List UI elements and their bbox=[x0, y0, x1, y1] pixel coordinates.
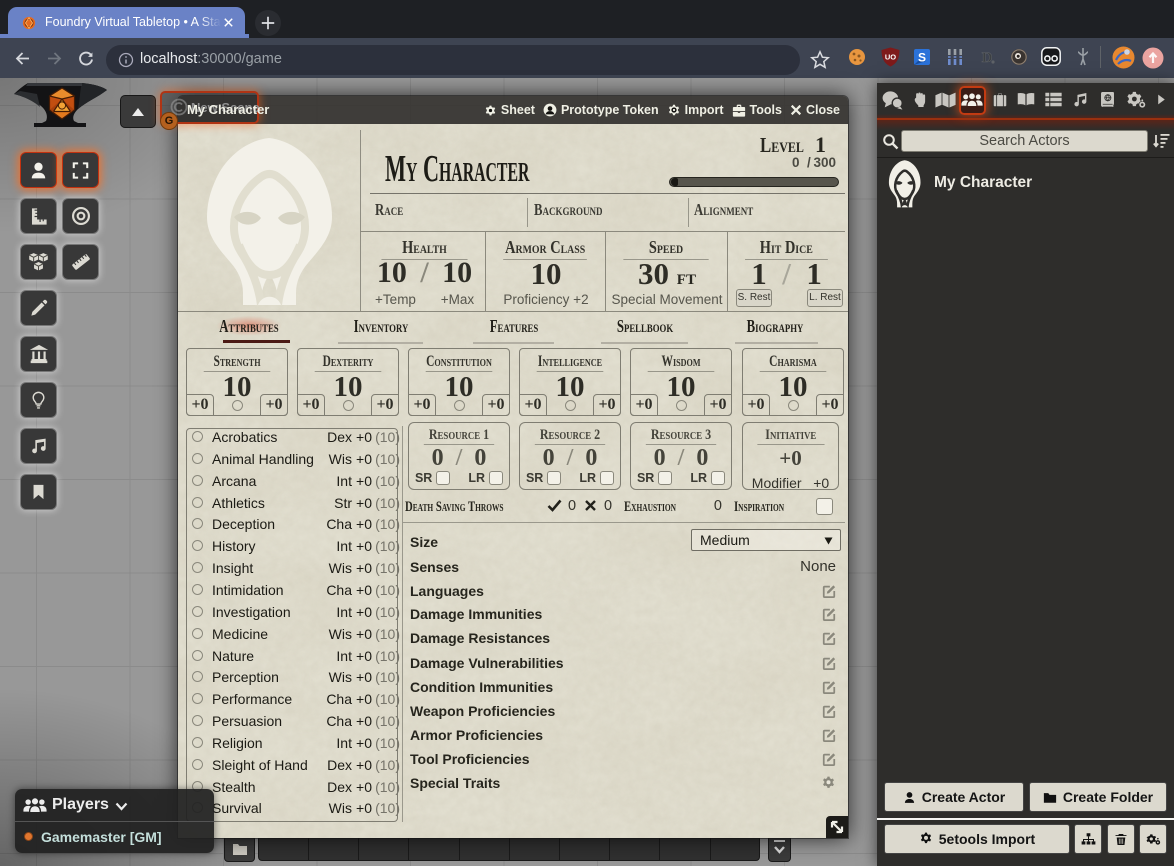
svg-text:D: D bbox=[982, 50, 993, 66]
svg-text:UO: UO bbox=[885, 53, 896, 62]
svg-text:S: S bbox=[918, 51, 926, 65]
